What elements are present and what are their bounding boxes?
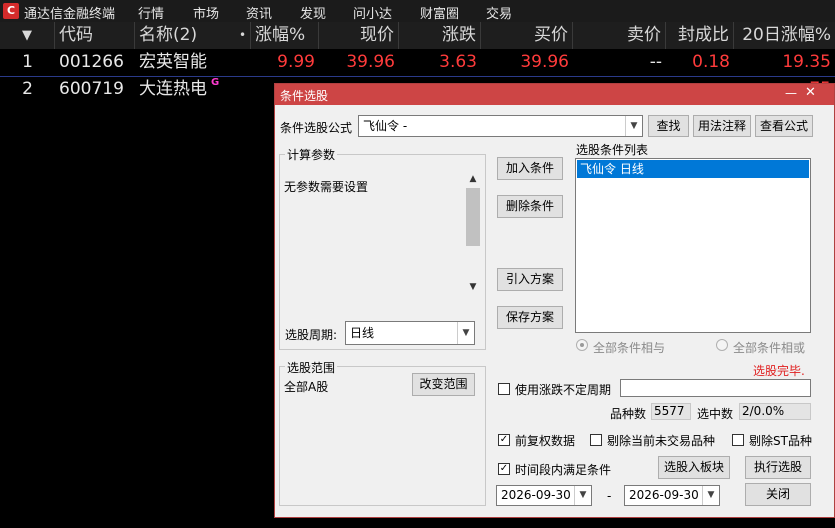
selected-label: 选中数 bbox=[697, 407, 734, 421]
row-price: 39.96 bbox=[346, 52, 395, 72]
menu-item-discover[interactable]: 发现 bbox=[300, 3, 326, 22]
radio-and-label: 全部条件相与 bbox=[593, 341, 666, 355]
condition-list-title: 选股条件列表 bbox=[576, 143, 649, 157]
calc-params-title: 计算参数 bbox=[285, 146, 338, 163]
start-date-value: 2026-09-30 bbox=[501, 488, 571, 502]
menu-item-ask[interactable]: 问小达 bbox=[353, 3, 392, 22]
condition-list[interactable]: 飞仙令 日线 bbox=[575, 158, 811, 333]
chevron-down-icon[interactable]: ▼ bbox=[457, 322, 474, 344]
select-range-title: 选股范围 bbox=[285, 359, 338, 376]
radio-or-label: 全部条件相或 bbox=[733, 341, 806, 355]
app-title: 通达信金融终端 bbox=[24, 7, 116, 22]
to-block-button[interactable]: 选股入板块 bbox=[658, 456, 730, 479]
row-name: 大连热电 bbox=[139, 79, 207, 99]
selected-value: 2/0.0% bbox=[739, 403, 811, 420]
col-header-ask[interactable]: 卖价 bbox=[573, 22, 666, 49]
time-range-checkbox[interactable]: ✓ bbox=[498, 463, 510, 475]
time-range-label: 时间段内满足条件 bbox=[515, 463, 612, 477]
menu-bar: C 通达信金融终端 行情 市场 资讯 发现 问小达 财富圈 交易 bbox=[0, 0, 835, 22]
menu-item-market[interactable]: 市场 bbox=[193, 3, 219, 22]
use-period-input[interactable] bbox=[620, 379, 811, 397]
chevron-down-icon[interactable]: ▼ bbox=[625, 116, 642, 136]
row-ratio: 0.18 bbox=[692, 52, 730, 72]
start-date-picker[interactable]: 2026-09-30 ▼ bbox=[496, 485, 592, 506]
menu-item-trade[interactable]: 交易 bbox=[486, 3, 512, 22]
formula-select[interactable]: 飞仙令 - ▼ bbox=[358, 115, 643, 137]
period-label: 选股周期: bbox=[285, 328, 338, 342]
col-header-name[interactable]: 名称(2) bbox=[135, 22, 235, 49]
period-select[interactable]: 日线 ▼ bbox=[345, 321, 475, 345]
row-index: 1 bbox=[22, 52, 33, 72]
radio-and[interactable] bbox=[576, 339, 588, 351]
import-scheme-button[interactable]: 引入方案 bbox=[497, 268, 563, 291]
row-bid: 39.96 bbox=[520, 52, 569, 72]
row-badge: G bbox=[211, 77, 220, 88]
exclude-st-checkbox[interactable] bbox=[732, 434, 744, 446]
col-header-code[interactable]: 代码 bbox=[55, 22, 135, 49]
row-index: 2 bbox=[22, 79, 33, 99]
sort-icon[interactable]: ▼ bbox=[0, 22, 55, 49]
execute-select-button[interactable]: 执行选股 bbox=[745, 456, 811, 479]
use-period-label: 使用涨跌不定周期 bbox=[515, 383, 612, 397]
period-value: 日线 bbox=[350, 326, 375, 340]
row-name: 宏英智能 bbox=[139, 52, 207, 72]
row-chg20: 19.35 bbox=[782, 52, 831, 72]
exclude-untraded-label: 剔除当前未交易品种 bbox=[607, 434, 716, 448]
close-button[interactable]: 关闭 bbox=[745, 483, 811, 506]
col-header-ratio[interactable]: 封成比 bbox=[666, 22, 734, 49]
scroll-down-icon[interactable]: ▼ bbox=[466, 282, 480, 292]
no-params-text: 无参数需要设置 bbox=[284, 180, 369, 194]
row-ask: -- bbox=[649, 52, 662, 72]
col-header-chg[interactable]: 涨跌 bbox=[399, 22, 481, 49]
end-date-value: 2026-09-30 bbox=[629, 488, 699, 502]
formula-value: 飞仙令 - bbox=[363, 119, 408, 133]
condition-select-dialog: 条件选股 — ✕ 条件选股公式 飞仙令 - ▼ 查找 用法注释 查看公式 计算参… bbox=[274, 83, 835, 518]
row-code: 001266 bbox=[59, 52, 124, 72]
save-scheme-button[interactable]: 保存方案 bbox=[497, 306, 563, 329]
change-range-button[interactable]: 改变范围 bbox=[412, 373, 475, 396]
exclude-untraded-checkbox[interactable] bbox=[590, 434, 602, 446]
col-header-price[interactable]: 现价 bbox=[319, 22, 399, 49]
status-text: 选股完毕. bbox=[753, 364, 805, 378]
dialog-title: 条件选股 bbox=[280, 89, 329, 103]
col-header-chg20[interactable]: 20日涨幅% bbox=[734, 22, 835, 49]
pre-adjust-label: 前复权数据 bbox=[515, 434, 576, 448]
chevron-down-icon[interactable]: ▼ bbox=[702, 486, 719, 505]
menu-item-news[interactable]: 资讯 bbox=[246, 3, 272, 22]
view-formula-button[interactable]: 查看公式 bbox=[755, 115, 813, 137]
col-header-bid[interactable]: 买价 bbox=[481, 22, 573, 49]
menu-item-quotes[interactable]: 行情 bbox=[138, 3, 164, 22]
count-value: 5577 bbox=[651, 403, 691, 420]
delete-condition-button[interactable]: 删除条件 bbox=[497, 195, 563, 218]
usage-notes-button[interactable]: 用法注释 bbox=[693, 115, 751, 137]
close-icon[interactable]: ✕ bbox=[805, 85, 816, 100]
row-code: 600719 bbox=[59, 79, 124, 99]
range-value: 全部A股 bbox=[284, 380, 329, 394]
row-chg: 3.63 bbox=[439, 52, 477, 72]
end-date-picker[interactable]: 2026-09-30 ▼ bbox=[624, 485, 720, 506]
count-label: 品种数 bbox=[610, 407, 647, 421]
radio-or[interactable] bbox=[716, 339, 728, 351]
row-chg-pct: 9.99 bbox=[277, 52, 315, 72]
list-item[interactable]: 飞仙令 日线 bbox=[577, 160, 809, 178]
find-button[interactable]: 查找 bbox=[648, 115, 689, 137]
chevron-down-icon[interactable]: ▼ bbox=[574, 486, 591, 505]
app-logo: C bbox=[3, 3, 19, 19]
exclude-st-label: 剔除ST品种 bbox=[749, 434, 812, 448]
dialog-title-bar[interactable]: 条件选股 — ✕ bbox=[275, 84, 834, 105]
pre-adjust-checkbox[interactable]: ✓ bbox=[498, 434, 510, 446]
date-separator: - bbox=[607, 489, 612, 503]
add-condition-button[interactable]: 加入条件 bbox=[497, 157, 563, 180]
radio-dot bbox=[580, 343, 584, 347]
col-header-chg-pct[interactable]: 涨幅% bbox=[251, 22, 319, 49]
menu-item-wealth[interactable]: 财富圈 bbox=[420, 3, 459, 22]
col-header-dot: • bbox=[235, 22, 251, 49]
params-scrollbar[interactable]: ▲ ▼ bbox=[465, 172, 481, 296]
minimize-icon[interactable]: — bbox=[785, 86, 797, 100]
formula-label: 条件选股公式 bbox=[280, 121, 353, 135]
use-period-checkbox[interactable] bbox=[498, 383, 510, 395]
scroll-thumb[interactable] bbox=[466, 188, 480, 246]
scroll-up-icon[interactable]: ▲ bbox=[466, 174, 480, 184]
